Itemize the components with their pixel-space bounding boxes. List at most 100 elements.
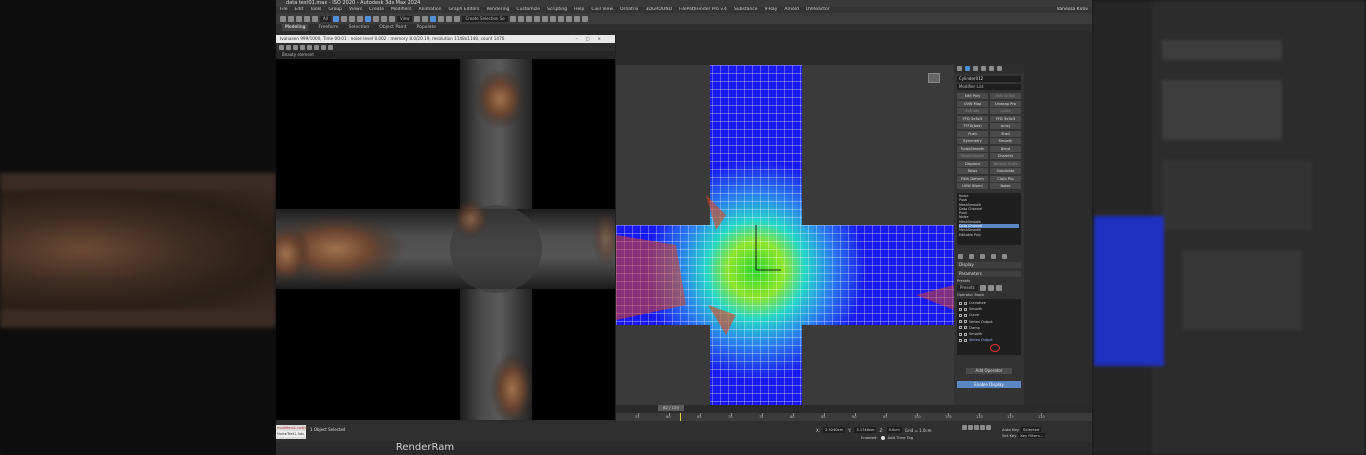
menu-arnold[interactable]: Arnold (784, 7, 799, 13)
modifier-button-push[interactable]: Push (957, 130, 988, 137)
operator-mute-checkbox[interactable] (964, 320, 967, 324)
operator-item[interactable]: Vertex Output (959, 337, 1019, 343)
ribbon-tab-object-paint[interactable]: Object Paint (379, 24, 406, 31)
go-to-start-icon[interactable] (962, 425, 967, 430)
modifier-button-noise[interactable]: Noise (990, 183, 1021, 189)
menu-help[interactable]: Help (574, 7, 584, 13)
make-unique-icon[interactable] (980, 254, 985, 259)
display-rollout[interactable]: Display (957, 262, 1021, 268)
layer-icon[interactable] (525, 15, 532, 22)
operator-mute-checkbox[interactable] (964, 301, 967, 305)
operator-enable-checkbox[interactable] (959, 301, 962, 305)
menu-edit[interactable]: Edit (295, 7, 304, 13)
show-end-result-icon[interactable] (969, 254, 974, 259)
select-by-name-icon[interactable] (340, 15, 347, 22)
render-icon[interactable] (581, 15, 588, 22)
user-account[interactable]: Vanessa Kirov (1053, 7, 1092, 13)
keyboard-shortcut-icon[interactable] (422, 15, 429, 22)
operator-enable-checkbox[interactable] (959, 338, 962, 342)
menu-graph-editors[interactable]: Graph Editors (449, 7, 480, 13)
modifier-button-subdivide[interactable]: Subdivide (990, 168, 1021, 174)
snap-icon[interactable] (430, 15, 437, 22)
render-setup-icon[interactable] (565, 15, 572, 22)
previous-frame-icon[interactable] (968, 425, 973, 430)
operator-enable-checkbox[interactable] (959, 326, 962, 330)
scale-icon[interactable] (380, 15, 387, 22)
modifier-button-path-deform[interactable]: Path Deform (957, 175, 988, 182)
clone-frame-icon[interactable] (293, 44, 298, 50)
menu-3dground[interactable]: 3DGROUND (645, 7, 672, 13)
modifier-list-dropdown[interactable]: Modifier List (957, 84, 1021, 90)
save-image-icon[interactable] (279, 44, 284, 50)
modifier-button-extrude[interactable]: Extrude (957, 108, 988, 114)
curve-editor-icon[interactable] (541, 15, 548, 22)
maxscript-mini-listener[interactable]: modifiers1.net(t) NoiseTest1.3ds (276, 425, 307, 439)
modifier-button-lathe[interactable]: Lathe (990, 108, 1021, 114)
window-controls[interactable]: –□× (575, 35, 609, 43)
modifier-button-unwrap-pro[interactable]: Unwrap Pro (990, 100, 1021, 107)
play-icon[interactable] (974, 425, 979, 430)
mirror-icon[interactable] (509, 15, 516, 22)
next-frame-icon[interactable] (980, 425, 985, 430)
clear-icon[interactable] (307, 44, 312, 50)
pivot-icon[interactable] (414, 15, 421, 22)
blue-channel-icon[interactable] (328, 44, 333, 50)
menu-views[interactable]: Views (349, 7, 362, 13)
configure-modifier-sets-icon[interactable] (1002, 254, 1007, 259)
modifier-button-edit-spline[interactable]: Edit Spline (990, 93, 1021, 99)
add-operator-button[interactable]: Add Operator (966, 368, 1012, 374)
operator-mute-checkbox[interactable] (964, 338, 967, 342)
object-name-field[interactable]: Cylinder012 (957, 76, 1021, 82)
go-to-end-icon[interactable] (986, 425, 991, 430)
parameters-rollout[interactable]: Parameters (957, 271, 1021, 277)
bind-icon[interactable] (312, 15, 318, 22)
modifier-button-symmetry[interactable]: Symmetry (957, 138, 988, 144)
menu-group[interactable]: Group (328, 7, 342, 13)
ribbon-tab-freeform[interactable]: Freeform (318, 24, 338, 31)
modifier-button-displace[interactable]: Displace (957, 160, 988, 167)
modifier-button-ffd-3x3x3[interactable]: FFD 3x3x3 (957, 115, 988, 122)
operator-enable-checkbox[interactable] (959, 313, 962, 317)
align-icon[interactable] (517, 15, 524, 22)
modifier-button-cloth-pro[interactable]: Cloth Pro (990, 175, 1021, 182)
menu-tools[interactable]: Tools (310, 7, 321, 13)
enable-display-button[interactable]: Enable Display (957, 381, 1021, 388)
ribbon-tab-modeling[interactable]: Modeling (282, 24, 309, 31)
y-field[interactable]: 3.1740cm (854, 427, 877, 433)
add-time-tag[interactable]: Add Time Tag (888, 435, 913, 440)
time-slider-track[interactable]: 62 / 120 (616, 405, 1092, 413)
percent-snap-icon[interactable] (446, 15, 453, 22)
menu-filepathfinder-pro-v-4[interactable]: FilePathFinder Pro v.4 (679, 7, 727, 13)
operator-enable-checkbox[interactable] (959, 320, 962, 324)
viewcube[interactable] (928, 73, 940, 83)
modify-tab-icon[interactable] (965, 66, 970, 71)
menu-ornatrix[interactable]: Ornatrix (620, 7, 638, 13)
presets-dropdown[interactable]: Presets (957, 285, 978, 291)
create-tab-icon[interactable] (957, 66, 962, 71)
remove-modifier-icon[interactable] (991, 254, 996, 259)
schematic-icon[interactable] (549, 15, 556, 22)
selection-filter-dropdown[interactable]: All (320, 15, 331, 22)
copy-image-icon[interactable] (286, 44, 291, 50)
modifier-button-array[interactable]: Array (990, 123, 1021, 129)
menu-animation[interactable]: Animation (419, 7, 442, 13)
z-field[interactable]: 0.0cm (886, 427, 902, 433)
ribbon-tab-populate[interactable]: Populate (417, 24, 437, 31)
modifier-button-shell[interactable]: Shell (990, 130, 1021, 137)
move-icon[interactable] (364, 15, 371, 22)
menu-create[interactable]: Create (369, 7, 384, 13)
menu-substance[interactable]: Substance (734, 7, 758, 13)
operator-enable-checkbox[interactable] (959, 307, 962, 311)
link-icon[interactable] (296, 15, 302, 22)
operator-mute-checkbox[interactable] (964, 332, 967, 336)
key-filters-button[interactable]: Key Filters... (1018, 433, 1046, 438)
auto-key-button[interactable]: Auto Key (1002, 427, 1019, 432)
select-icon[interactable] (332, 15, 339, 22)
ribbon-tab-selection[interactable]: Selection (349, 24, 370, 31)
menu-modifiers[interactable]: Modifiers (391, 7, 412, 13)
enabled-toggle[interactable] (880, 435, 885, 440)
modifier-button-ffd-3x3x3[interactable]: FFD 3x3x3 (990, 115, 1021, 122)
time-slider-thumb[interactable]: 62 / 120 (658, 405, 684, 411)
render-channel-dropdown[interactable]: Beauty element (279, 52, 333, 58)
display-tab-icon[interactable] (989, 66, 994, 71)
